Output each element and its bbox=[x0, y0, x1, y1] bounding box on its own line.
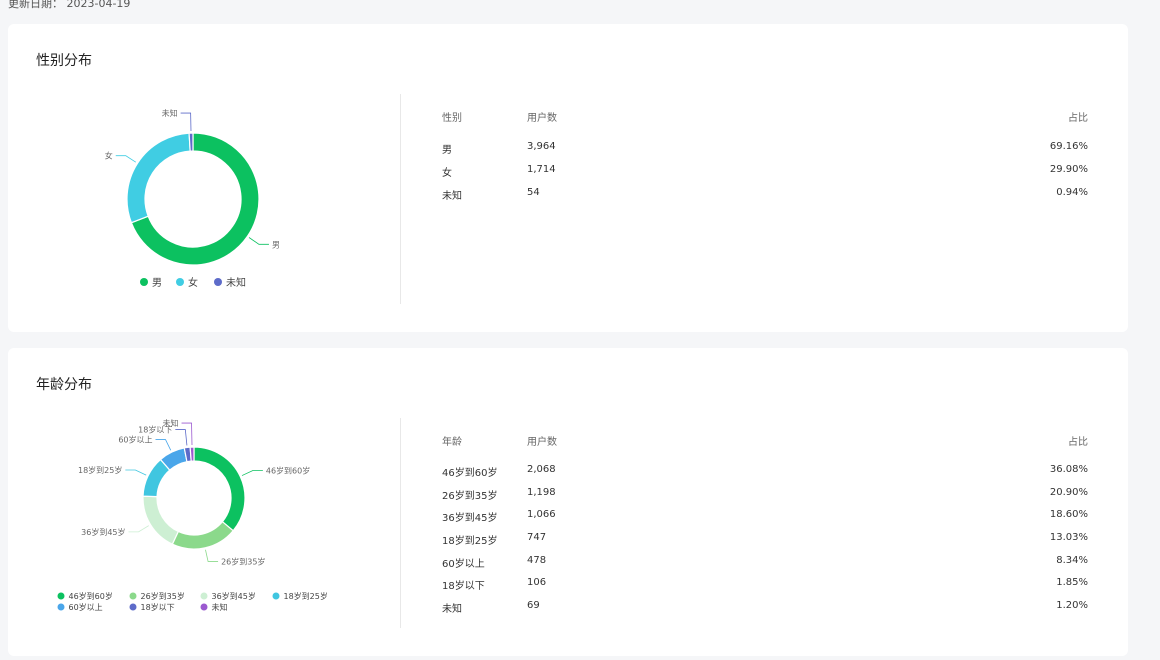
age-row-pct: 36.08% bbox=[1049, 464, 1088, 475]
legend-label[interactable]: 女 bbox=[188, 276, 198, 289]
leader-line bbox=[125, 469, 147, 476]
legend-label[interactable]: 未知 bbox=[226, 276, 246, 289]
legend-marker bbox=[214, 278, 222, 286]
slice-label: 26岁到35岁 bbox=[221, 556, 265, 566]
age-row-pct: 1.20% bbox=[1056, 600, 1088, 611]
slice-label: 46岁到60岁 bbox=[266, 465, 310, 475]
leader-line bbox=[248, 237, 269, 245]
update-label: 更新日期： bbox=[8, 0, 63, 10]
age-row-users: 747 bbox=[527, 532, 547, 543]
age-row-name: 26岁到35岁 bbox=[442, 491, 498, 502]
age-card: 年龄分布 46岁到60岁 26岁到35岁 36岁到45岁 18岁到25岁 60岁以上 18… bbox=[8, 348, 1128, 656]
donut-slice bbox=[171, 520, 234, 550]
age-header-name: 年龄 bbox=[442, 437, 462, 448]
leader-line bbox=[205, 549, 219, 562]
legend-marker bbox=[129, 603, 137, 611]
gender-row-pct: 69.16% bbox=[1049, 141, 1088, 152]
age-row-name: 18岁到25岁 bbox=[442, 536, 498, 547]
age-row-name: 60岁以上 bbox=[442, 559, 485, 570]
donut-slice bbox=[189, 446, 195, 462]
slice-label: 36岁到45岁 bbox=[81, 527, 125, 537]
leader-line bbox=[175, 429, 188, 446]
age-row-name: 46岁到60岁 bbox=[442, 468, 498, 479]
gender-header-name: 性别 bbox=[442, 113, 462, 124]
legend-label[interactable]: 26岁到35岁 bbox=[141, 591, 185, 601]
slice-label: 60岁以上 bbox=[118, 435, 152, 445]
age-donut-chart: 46岁到60岁 26岁到35岁 36岁到45岁 18岁到25岁 60岁以上 18岁以下 未知… bbox=[57, 418, 328, 612]
age-row-pct: 13.03% bbox=[1049, 532, 1088, 543]
age-row-users: 69 bbox=[527, 600, 540, 611]
donut-slice bbox=[188, 132, 194, 152]
age-row-pct: 18.60% bbox=[1049, 509, 1088, 520]
leader-line bbox=[155, 439, 172, 451]
leader-line bbox=[180, 112, 192, 132]
age-row-name: 36岁到45岁 bbox=[442, 513, 498, 524]
gender-row-name: 未知 bbox=[442, 191, 462, 202]
slice-label: 未知 bbox=[163, 418, 179, 428]
age-divider bbox=[400, 418, 401, 628]
donut-slice bbox=[126, 132, 191, 224]
legend-label[interactable]: 46岁到60岁 bbox=[69, 591, 113, 601]
age-chart: 46岁到60岁 26岁到35岁 36岁到45岁 18岁到25岁 60岁以上 18岁以下 未知… bbox=[8, 408, 398, 648]
donut-slice bbox=[142, 495, 180, 545]
leader-line bbox=[241, 470, 263, 476]
gender-table: 性别 用户数 占比 男 3,964 69.16% 女 1,714 29.90% … bbox=[442, 24, 1088, 332]
gender-header-pct: 占比 bbox=[1068, 113, 1088, 124]
update-date: 更新日期： 2023-04-19 bbox=[8, 0, 130, 11]
legend-label[interactable]: 男 bbox=[152, 277, 162, 289]
legend-marker bbox=[200, 603, 208, 611]
legend-label[interactable]: 18岁以下 bbox=[141, 602, 175, 612]
legend-marker bbox=[57, 592, 65, 600]
update-value: 2023-04-19 bbox=[66, 0, 131, 10]
age-row-name: 18岁以下 bbox=[442, 581, 485, 592]
legend-marker bbox=[200, 592, 208, 600]
slice-label: 男 bbox=[272, 240, 280, 249]
gender-chart: 男女未知男女未知 bbox=[8, 84, 398, 324]
gender-card: 性别分布 男女未知男女未知 性别 用户数 占比 男 3,964 69.16% 女… bbox=[8, 24, 1128, 332]
legend-label[interactable]: 未知 bbox=[212, 602, 228, 612]
leader-line bbox=[128, 525, 149, 533]
age-table: 年龄 用户数 占比 46岁到60岁 2,068 36.08% 26岁到35岁 1… bbox=[442, 348, 1088, 656]
legend-marker bbox=[140, 278, 148, 286]
gender-row-users: 1,714 bbox=[527, 164, 556, 175]
legend-label[interactable]: 36岁到45岁 bbox=[212, 591, 256, 601]
gender-row-pct: 29.90% bbox=[1049, 164, 1088, 175]
age-header-pct: 占比 bbox=[1068, 437, 1088, 448]
age-row-users: 1,066 bbox=[527, 509, 556, 520]
age-row-users: 478 bbox=[527, 555, 547, 566]
slice-label: 女 bbox=[105, 151, 113, 161]
age-row-name: 未知 bbox=[442, 604, 462, 615]
legend-marker bbox=[272, 592, 280, 600]
gender-row-users: 54 bbox=[527, 187, 540, 198]
gender-row-name: 女 bbox=[442, 168, 452, 179]
age-row-users: 1,198 bbox=[527, 487, 556, 498]
age-row-pct: 8.34% bbox=[1056, 555, 1088, 566]
age-row-pct: 20.90% bbox=[1049, 487, 1088, 498]
gender-header-users: 用户数 bbox=[527, 113, 557, 124]
slice-label: 18岁到25岁 bbox=[78, 465, 122, 475]
age-row-users: 2,068 bbox=[527, 464, 556, 475]
gender-row-users: 3,964 bbox=[527, 141, 556, 152]
legend-label[interactable]: 18岁到25岁 bbox=[284, 591, 328, 601]
age-row-users: 106 bbox=[527, 577, 547, 588]
gender-donut-chart: 男女未知男女未知 bbox=[105, 108, 280, 289]
gender-row-pct: 0.94% bbox=[1056, 187, 1088, 198]
gender-row-name: 男 bbox=[442, 145, 452, 156]
legend-marker bbox=[129, 592, 137, 600]
legend-marker bbox=[176, 278, 184, 286]
age-row-pct: 1.85% bbox=[1056, 577, 1088, 588]
leader-line bbox=[115, 155, 137, 163]
age-title: 年龄分布 bbox=[36, 377, 92, 393]
legend-marker bbox=[57, 603, 65, 611]
gender-title: 性别分布 bbox=[36, 53, 92, 69]
gender-divider bbox=[400, 94, 401, 304]
legend-label[interactable]: 60岁以上 bbox=[69, 602, 103, 612]
slice-label: 未知 bbox=[162, 108, 178, 118]
age-header-users: 用户数 bbox=[527, 437, 557, 448]
donut-slice bbox=[193, 446, 246, 532]
